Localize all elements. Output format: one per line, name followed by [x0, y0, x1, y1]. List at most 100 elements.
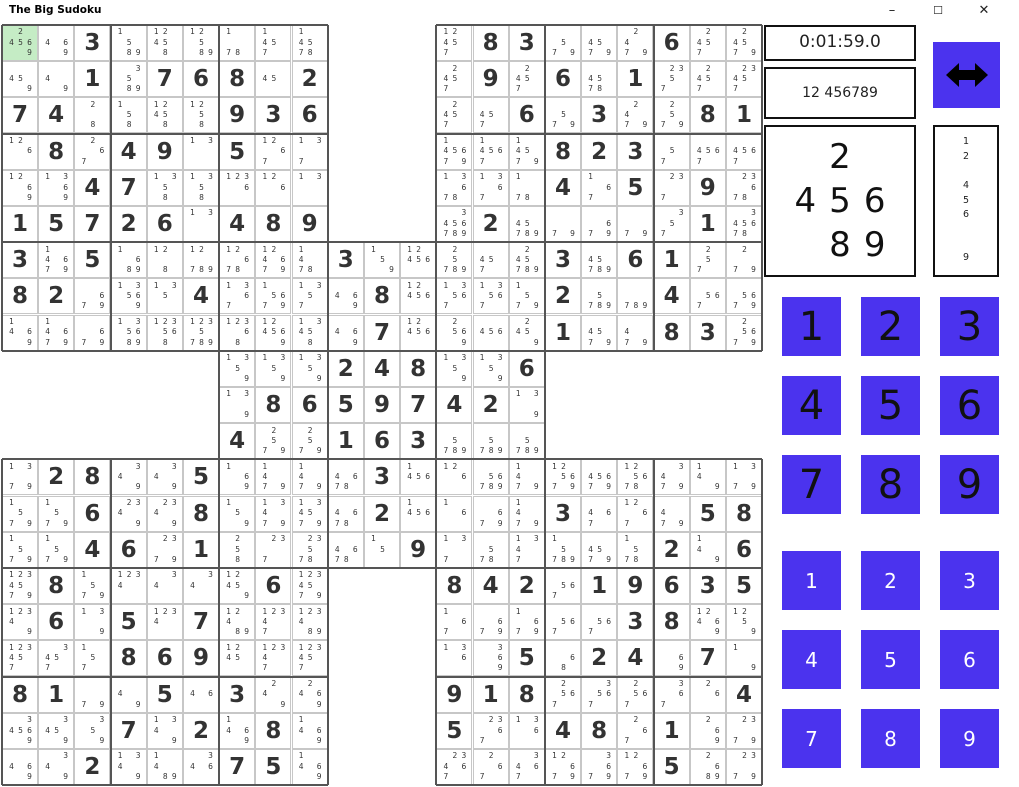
sudoku-cell[interactable]: 8 [364, 278, 400, 315]
sudoku-cell[interactable]: 469 [2, 749, 38, 785]
sudoku-cell[interactable]: 6 [74, 495, 111, 532]
sudoku-cell[interactable]: 4 [38, 97, 75, 134]
sudoku-cell[interactable]: 5 [653, 749, 690, 785]
sudoku-cell[interactable]: 4579 [581, 314, 618, 351]
sudoku-cell[interactable]: 456 [472, 314, 509, 351]
sudoku-cell[interactable]: 1258 [183, 97, 219, 134]
sudoku-cell[interactable]: 12349 [2, 604, 38, 641]
sudoku-cell[interactable]: 1358 [146, 169, 183, 206]
sudoku-cell[interactable]: 3 [581, 97, 618, 134]
sudoku-cell[interactable]: 13458 [291, 314, 328, 351]
sudoku-cell[interactable]: 1579 [74, 568, 111, 604]
sudoku-cell[interactable]: 1359 [255, 350, 292, 387]
sudoku-cell[interactable]: 2 [364, 495, 400, 532]
sudoku-cell[interactable]: 9 [291, 206, 328, 242]
sudoku-cell[interactable]: 12589 [183, 25, 219, 61]
sudoku-cell[interactable]: 8 [653, 314, 690, 351]
sudoku-cell[interactable]: 4678 [327, 459, 364, 496]
sudoku-cell[interactable]: 2 [581, 640, 618, 677]
sudoku-cell[interactable]: 13 [183, 206, 219, 242]
sudoku-cell[interactable]: 45 [255, 61, 292, 98]
sudoku-cell[interactable]: 1 [472, 676, 509, 713]
sudoku-cell[interactable]: 9 [472, 61, 509, 98]
sudoku-cell[interactable]: 2479 [617, 97, 654, 134]
sudoku-cell[interactable]: 2357 [653, 61, 690, 98]
sudoku-cell[interactable]: 567 [545, 604, 581, 641]
sudoku-cell[interactable]: 79 [617, 206, 654, 242]
sudoku-cell[interactable]: 349 [110, 459, 147, 496]
sudoku-cell[interactable]: 5 [508, 640, 545, 677]
sudoku-cell[interactable]: 679 [472, 604, 509, 641]
sudoku-cell[interactable]: 3 [617, 604, 654, 641]
value-key-1[interactable]: 1 [782, 297, 841, 356]
sudoku-cell[interactable]: 3457 [38, 640, 75, 677]
sudoku-cell[interactable]: 5 [617, 169, 654, 206]
sudoku-cell[interactable]: 1 [38, 676, 75, 713]
sudoku-cell[interactable]: 467 [581, 495, 618, 532]
sudoku-cell[interactable]: 167 [436, 604, 473, 641]
sudoku-cell[interactable]: 4567 [726, 133, 762, 170]
sudoku-cell[interactable]: 1 [689, 206, 726, 242]
sudoku-cell[interactable]: 123457 [291, 640, 328, 677]
sudoku-cell[interactable]: 1469 [2, 314, 38, 351]
sudoku-cell[interactable]: 1358 [183, 169, 219, 206]
sudoku-cell[interactable]: 8 [255, 387, 292, 423]
sudoku-cell[interactable]: 7 [110, 712, 147, 749]
sudoku-cell[interactable]: 2479 [617, 25, 654, 61]
sudoku-cell[interactable]: 3 [74, 25, 111, 61]
pencil-key-1[interactable]: 1 [782, 551, 841, 610]
sudoku-cell[interactable]: 8 [2, 676, 38, 713]
sudoku-cell[interactable]: 139 [508, 387, 545, 423]
sudoku-cell[interactable]: 12347 [255, 604, 292, 641]
sudoku-cell[interactable]: 8 [110, 640, 147, 677]
sudoku-cell[interactable]: 1234579 [291, 568, 328, 604]
sudoku-cell[interactable]: 469 [327, 314, 364, 351]
sudoku-cell[interactable]: 1367 [472, 169, 509, 206]
sudoku-cell[interactable]: 1357 [291, 278, 328, 315]
sudoku-cell[interactable]: 5 [436, 712, 473, 749]
sudoku-cell[interactable]: 45789 [581, 242, 618, 279]
sudoku-cell[interactable]: 1689 [110, 242, 147, 279]
sudoku-cell[interactable]: 4578 [581, 61, 618, 98]
sudoku-cell[interactable]: 12489 [219, 604, 256, 641]
sudoku-cell[interactable]: 1679 [508, 604, 545, 641]
sudoku-cell[interactable]: 7 [74, 206, 111, 242]
sudoku-cell[interactable]: 57 [653, 133, 690, 170]
sudoku-cell[interactable]: 1359 [472, 350, 509, 387]
sudoku-cell[interactable]: 1479 [291, 459, 328, 496]
sudoku-cell[interactable]: 1 [327, 423, 364, 460]
sudoku-cell[interactable]: 159 [364, 242, 400, 279]
sudoku-cell[interactable]: 6 [364, 423, 400, 460]
sudoku-cell[interactable]: 279 [726, 242, 762, 279]
sudoku-cell[interactable]: 8 [219, 61, 256, 98]
sudoku-cell[interactable]: 159 [219, 495, 256, 532]
sudoku-cell[interactable]: 579 [545, 97, 581, 134]
sudoku-cell[interactable]: 158 [110, 97, 147, 134]
sudoku-cell[interactable]: 1579 [38, 495, 75, 532]
sudoku-cell[interactable]: 1235789 [183, 314, 219, 351]
pencil-key-3[interactable]: 3 [940, 551, 999, 610]
sudoku-cell[interactable]: 6 [291, 97, 328, 134]
sudoku-cell[interactable]: 1347 [508, 531, 545, 568]
sudoku-cell[interactable]: 2379 [726, 712, 762, 749]
sudoku-cell[interactable]: 267 [74, 133, 111, 170]
value-key-7[interactable]: 7 [782, 455, 841, 514]
sudoku-cell[interactable]: 1478 [291, 242, 328, 279]
sudoku-cell[interactable]: 6 [726, 531, 762, 568]
sudoku-cell[interactable]: 267 [617, 712, 654, 749]
sudoku-cell[interactable]: 12459 [219, 568, 256, 604]
sudoku-cell[interactable]: 3 [400, 423, 437, 460]
sudoku-cell[interactable]: 4 [436, 387, 473, 423]
sudoku-cell[interactable]: 13 [183, 133, 219, 170]
sudoku-cell[interactable]: 149 [689, 531, 726, 568]
value-key-8[interactable]: 8 [861, 455, 920, 514]
sudoku-cell[interactable]: 349 [146, 459, 183, 496]
sudoku-cell[interactable]: 9 [146, 133, 183, 170]
sudoku-cell[interactable]: 1589 [110, 25, 147, 61]
sudoku-cell[interactable]: 1267 [617, 495, 654, 532]
sudoku-cell[interactable]: 479 [653, 495, 690, 532]
sudoku-cell[interactable]: 6 [545, 61, 581, 98]
sudoku-cell[interactable]: 6 [38, 604, 75, 641]
sudoku-cell[interactable]: 3459 [38, 712, 75, 749]
sudoku-cell[interactable]: 1456 [400, 459, 437, 496]
